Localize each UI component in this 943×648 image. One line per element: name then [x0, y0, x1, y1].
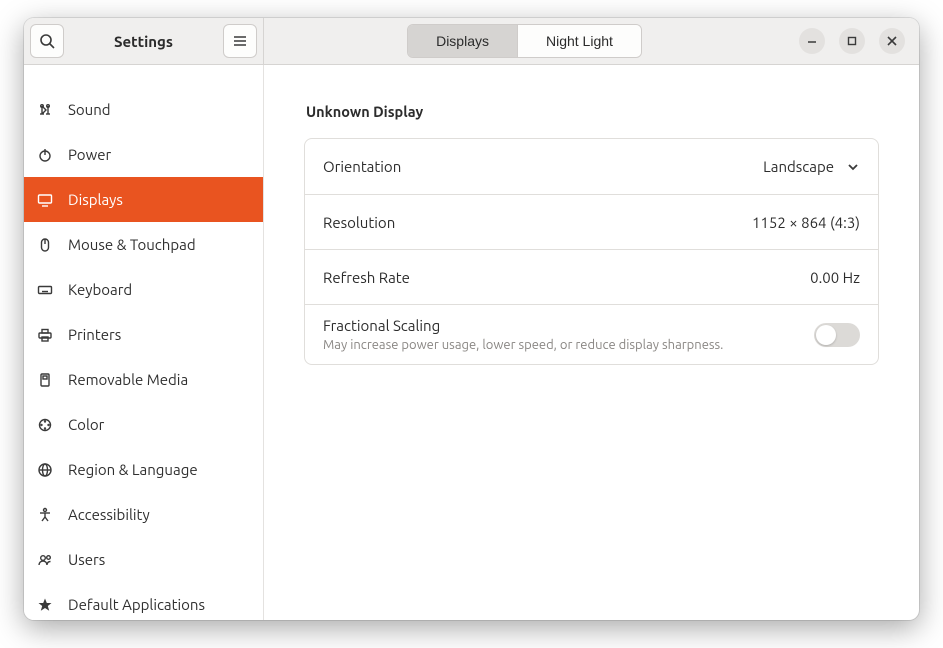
- sidebar-item-sharing[interactable]: Sharing: [24, 65, 263, 87]
- fractional-scaling-label: Fractional Scaling: [323, 317, 723, 334]
- toggle-knob: [816, 325, 836, 345]
- power-icon: [36, 147, 54, 163]
- fractional-scaling-toggle[interactable]: [814, 323, 860, 347]
- close-button[interactable]: [879, 28, 905, 54]
- sidebar-item-label: Printers: [68, 326, 121, 343]
- sound-icon: [36, 102, 54, 118]
- sidebar-item-label: Default Applications: [68, 596, 205, 613]
- section-heading: Unknown Display: [306, 103, 877, 120]
- close-icon: [887, 36, 897, 46]
- refresh-rate-label: Refresh Rate: [323, 269, 410, 286]
- sidebar[interactable]: Sharing Sound Power Displays Mouse & Tou…: [24, 65, 264, 620]
- display-settings-panel: Orientation Landscape Resolution 1152 × …: [304, 138, 879, 365]
- refresh-rate-row[interactable]: Refresh Rate 0.00 Hz: [305, 249, 878, 304]
- resolution-label: Resolution: [323, 214, 395, 231]
- chevron-down-icon: [846, 160, 860, 174]
- sidebar-item-displays[interactable]: Displays: [24, 177, 263, 222]
- main-content: Unknown Display Orientation Landscape Re…: [264, 65, 919, 620]
- sidebar-item-region[interactable]: Region & Language: [24, 447, 263, 492]
- sidebar-item-power[interactable]: Power: [24, 132, 263, 177]
- orientation-value: Landscape: [763, 158, 834, 175]
- search-button[interactable]: [30, 24, 64, 58]
- maximize-icon: [847, 36, 857, 46]
- window-controls: [785, 28, 919, 54]
- sidebar-item-label: Removable Media: [68, 371, 188, 388]
- mouse-icon: [36, 237, 54, 253]
- sidebar-item-accessibility[interactable]: Accessibility: [24, 492, 263, 537]
- minimize-button[interactable]: [799, 28, 825, 54]
- resolution-value: 1152 × 864 (4:3): [752, 214, 860, 231]
- view-switcher: Displays Night Light: [407, 24, 642, 58]
- sidebar-item-label: Displays: [68, 191, 123, 208]
- printers-icon: [36, 327, 54, 343]
- orientation-label: Orientation: [323, 158, 401, 175]
- refresh-rate-value: 0.00 Hz: [810, 269, 860, 286]
- sidebar-item-label: Keyboard: [68, 281, 132, 298]
- color-icon: [36, 417, 54, 433]
- sidebar-item-users[interactable]: Users: [24, 537, 263, 582]
- sidebar-item-default-apps[interactable]: Default Applications: [24, 582, 263, 620]
- sidebar-item-removable-media[interactable]: Removable Media: [24, 357, 263, 402]
- fractional-scaling-sub: May increase power usage, lower speed, o…: [323, 338, 723, 352]
- removable-media-icon: [36, 372, 54, 388]
- app-title: Settings: [70, 33, 217, 50]
- displays-icon: [36, 192, 54, 208]
- sidebar-item-label: Color: [68, 416, 104, 433]
- sidebar-item-sound[interactable]: Sound: [24, 87, 263, 132]
- resolution-row[interactable]: Resolution 1152 × 864 (4:3): [305, 194, 878, 249]
- sidebar-item-label: Mouse & Touchpad: [68, 236, 196, 253]
- sidebar-item-mouse[interactable]: Mouse & Touchpad: [24, 222, 263, 267]
- menu-button[interactable]: [223, 24, 257, 58]
- sidebar-item-color[interactable]: Color: [24, 402, 263, 447]
- sidebar-item-printers[interactable]: Printers: [24, 312, 263, 357]
- tab-night-light[interactable]: Night Light: [517, 25, 641, 57]
- maximize-button[interactable]: [839, 28, 865, 54]
- titlebar-center: Displays Night Light: [264, 24, 785, 58]
- sidebar-item-label: Region & Language: [68, 461, 198, 478]
- sidebar-item-label: Sound: [68, 101, 111, 118]
- globe-icon: [36, 462, 54, 478]
- accessibility-icon: [36, 507, 54, 523]
- search-icon: [39, 33, 55, 49]
- hamburger-icon: [232, 33, 248, 49]
- titlebar-left: Settings: [24, 18, 264, 64]
- tab-displays[interactable]: Displays: [408, 25, 517, 57]
- titlebar: Settings Displays Night Light: [24, 18, 919, 65]
- star-icon: [36, 597, 54, 613]
- settings-window: Settings Displays Night Light: [24, 18, 919, 620]
- fractional-scaling-row: Fractional Scaling May increase power us…: [305, 304, 878, 364]
- minimize-icon: [807, 36, 817, 46]
- users-icon: [36, 552, 54, 568]
- sidebar-item-label: Power: [68, 146, 111, 163]
- keyboard-icon: [36, 282, 54, 298]
- sidebar-item-keyboard[interactable]: Keyboard: [24, 267, 263, 312]
- orientation-row[interactable]: Orientation Landscape: [305, 139, 878, 194]
- sidebar-item-label: Users: [68, 551, 105, 568]
- body: Sharing Sound Power Displays Mouse & Tou…: [24, 65, 919, 620]
- sidebar-item-label: Accessibility: [68, 506, 150, 523]
